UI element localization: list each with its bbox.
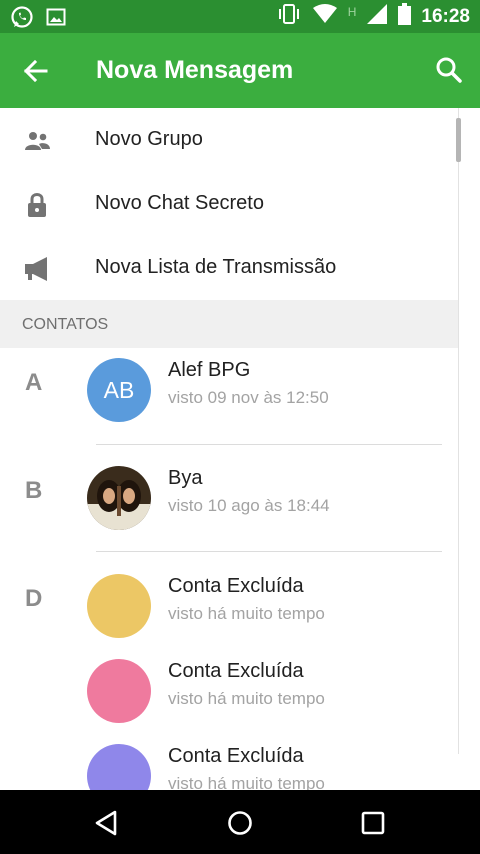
contact-last-seen: visto há muito tempo xyxy=(168,689,325,708)
back-triangle-icon[interactable] xyxy=(92,808,122,838)
contact-last-seen: visto 09 nov às 12:50 xyxy=(168,388,329,407)
contacts-section-header: CONTATOS xyxy=(0,300,458,348)
contact-last-seen: visto 10 ago às 18:44 xyxy=(168,496,330,515)
home-circle-icon[interactable] xyxy=(225,808,255,838)
divider xyxy=(96,444,442,445)
recents-square-icon[interactable] xyxy=(358,808,388,838)
menu-item-label: Novo Chat Secreto xyxy=(95,192,264,214)
contact-name: Conta Excluída xyxy=(168,575,304,597)
system-nav-bar xyxy=(0,790,480,854)
battery-icon xyxy=(398,3,412,30)
contact-row[interactable]: D Conta Excluída visto há muito tempo xyxy=(0,564,458,649)
arrow-left-icon[interactable] xyxy=(22,57,50,85)
search-icon[interactable] xyxy=(434,55,464,85)
contact-row[interactable]: Conta Excluída visto há muito tempo xyxy=(0,649,458,734)
index-letter: B xyxy=(25,477,43,504)
section-header-label: CONTATOS xyxy=(22,316,109,333)
index-letter: A xyxy=(25,369,43,396)
contact-name: Conta Excluída xyxy=(168,745,304,767)
avatar-initials: AB xyxy=(103,376,135,403)
image-icon xyxy=(46,7,66,32)
status-bar: H 16:28 xyxy=(0,0,480,33)
megaphone-icon xyxy=(22,254,52,284)
whatsapp-icon xyxy=(10,5,34,34)
menu-item-label: Novo Grupo xyxy=(95,128,203,150)
menu-item-new-group[interactable]: Novo Grupo xyxy=(0,108,458,172)
wifi-icon xyxy=(312,3,338,30)
scrollbar-track xyxy=(458,108,459,754)
vibrate-icon xyxy=(276,3,302,30)
contact-name: Bya xyxy=(168,467,203,489)
avatar xyxy=(87,659,151,723)
contact-row[interactable]: B Bya visto 10 ago às 18:44 xyxy=(0,456,458,541)
group-icon xyxy=(22,126,52,156)
network-type-label: H xyxy=(347,4,357,19)
clock: 16:28 xyxy=(421,5,470,27)
contact-row[interactable]: A AB Alef BPG visto 09 nov às 12:50 xyxy=(0,348,458,433)
signal-icon xyxy=(366,3,388,30)
avatar xyxy=(87,574,151,638)
contact-name: Alef BPG xyxy=(168,359,251,381)
menu-item-broadcast-list[interactable]: Nova Lista de Transmissão xyxy=(0,236,458,300)
page-title: Nova Mensagem xyxy=(96,56,294,84)
contact-name: Conta Excluída xyxy=(168,660,304,682)
menu-item-label: Nova Lista de Transmissão xyxy=(95,256,337,278)
index-letter: D xyxy=(25,585,43,612)
lock-icon xyxy=(22,190,52,220)
profile-photo xyxy=(87,466,151,530)
divider xyxy=(96,551,442,552)
contact-last-seen: visto há muito tempo xyxy=(168,604,325,623)
scrollbar-thumb[interactable] xyxy=(456,118,461,162)
avatar xyxy=(87,466,151,530)
menu-item-secret-chat[interactable]: Novo Chat Secreto xyxy=(0,172,458,236)
avatar: AB xyxy=(87,358,151,422)
app-toolbar: Nova Mensagem xyxy=(0,33,480,108)
